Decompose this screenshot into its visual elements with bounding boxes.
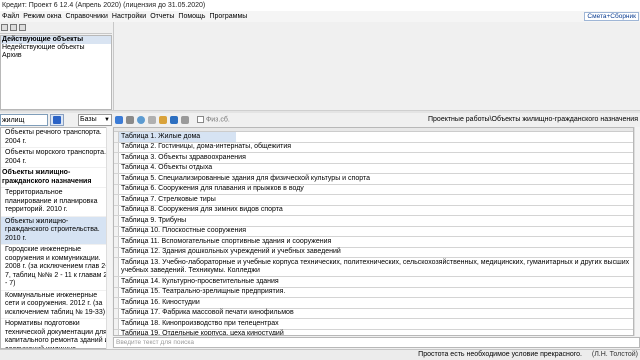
table-row[interactable]: Таблица 8. Сооружения для зимних видов с… [114,205,633,216]
table-row-label: Таблица 15. Театрально-зрелищные предпри… [121,288,286,295]
menu-help[interactable]: Помощь [176,11,207,22]
table-row[interactable]: Таблица 16. Киностудии [114,298,633,309]
table-row[interactable]: Таблица 14. Культурно-просветительные зд… [114,277,633,288]
table-row-label: Таблица 16. Киностудии [121,298,200,306]
table-row-label: Таблица 10. Плоскостные сооружения [121,227,247,234]
objects-item-inactive[interactable]: Недействующие объекты [1,44,111,52]
reference-search-row: Базы ▼ [0,114,112,126]
bases-select[interactable]: Базы ▼ [78,114,112,126]
table-row-label: Таблица 11. Вспомогательные спортивные з… [121,237,332,245]
menu-programs[interactable]: Программы [207,11,249,22]
left-list-scrollbar[interactable] [106,127,112,349]
status-quote-author: (Л.Н. Толстой) [591,351,638,358]
table-row[interactable]: Таблица 15. Театрально-зрелищные предпри… [114,287,633,298]
search-button[interactable] [50,114,64,126]
table-row[interactable]: Таблица 10. Плоскостные сооружения [114,226,633,237]
reference-search-input[interactable] [0,114,48,126]
list-group-header[interactable]: Объекты жилищно-гражданского назначения [1,168,111,188]
table-row-label: Таблица 8. Сооружения для зимних видов с… [121,206,283,213]
objects-panel: Действующие объекты Недействующие объект… [0,35,112,110]
table-row-label: Таблица 7. Стрелковые тиры [121,195,216,203]
menu-reports[interactable]: Отчеты [148,11,176,22]
table-row-label: Таблица 19. Отдельные корпуса, цеха кино… [121,330,284,336]
objects-item-active[interactable]: Действующие объекты [1,36,111,44]
menu-references[interactable]: Справочники [63,11,109,22]
menu-bar: Файл Режим окна Справочники Настройки Отчеты… [0,11,640,22]
print-icon[interactable] [181,116,189,124]
table-row-label: Таблица 17. Фабрика массовой печати кино… [121,309,294,316]
table-row-label: Таблица 5. Специализированные здания для… [121,174,370,182]
tables-toolbar: Физ.сб. Проектные работы\Объекты жилищно… [113,114,640,126]
table-row-label: Таблица 9. Трибуны [121,216,187,224]
book-icon[interactable] [159,116,167,124]
list-item[interactable]: Городские инженерные сооружения и коммун… [1,245,111,291]
table-row[interactable]: Таблица 11. Вспомогательные спортивные з… [114,237,633,248]
tables-list-scrollbar[interactable] [634,127,640,336]
status-quote: Простота есть необходимое условие прекра… [418,351,582,358]
search-icon [53,116,61,124]
table-row-label: Таблица 14. Культурно-просветительные зд… [121,277,279,285]
expand-icon[interactable] [115,116,123,124]
table-row-label: Таблица 6. Сооружения для плавания и пры… [121,185,304,192]
reference-book-list: Объекты речного транспорта. 2004 г. Объе… [0,127,112,349]
tables-list: Таблица 1. Жилые дома Таблица 2. Гостиниц… [113,127,634,336]
table-row[interactable]: Таблица 9. Трибуны [114,216,633,227]
window-title-text: Кредит: Проект 6 12.4 (Апрель 2020) (лиц… [2,2,206,9]
table-row-label: Таблица 18. Кинопроизводство при телецен… [121,319,279,327]
breadcrumb: Проектные работы\Объекты жилищно-граждан… [428,116,638,123]
table-row[interactable]: Таблица 1. Жилые дома [114,132,633,143]
table-row[interactable]: Таблица 5. Специализированные здания для… [114,174,633,185]
document-icon[interactable] [148,116,156,124]
table-row[interactable]: Таблица 2. Гостиницы, дома-интернаты, об… [114,142,633,153]
menu-file[interactable]: Файл [0,11,21,22]
table-row[interactable]: Таблица 3. Объекты здравоохранения [114,153,633,164]
list-item[interactable]: Объекты морского транспорта. 2004 г. [1,148,111,168]
window-title: Кредит: Проект 6 12.4 (Апрель 2020) (лиц… [0,0,640,11]
delete-object-icon[interactable] [19,24,26,31]
table-row-label: Таблица 3. Объекты здравоохранения [121,153,246,161]
list-item[interactable]: Нормативы подготовки технической докумен… [1,319,111,348]
table-row[interactable]: Таблица 7. Стрелковые тиры [114,195,633,206]
edit-object-icon[interactable] [10,24,17,31]
checkbox-box [196,116,204,123]
table-row-label: Таблица 1. Жилые дома [119,132,236,142]
table-row-label: Таблица 4. Объекты отдыха [121,164,213,171]
table-row[interactable]: Таблица 6. Сооружения для плавания и пры… [114,184,633,195]
grid-icon[interactable] [126,116,134,124]
new-object-icon[interactable] [1,24,8,31]
table-row-label: Таблица 12. Здания дошкольных учреждений… [121,248,341,255]
table-search-input[interactable]: Введите текст для поиска [113,337,640,348]
list-item[interactable]: Территориальное планирование и планировк… [1,188,111,217]
physical-collection-label: Физ.сб. [205,116,230,124]
objects-toolbar [0,22,112,34]
table-row[interactable]: Таблица 12. Здания дошкольных учреждений… [114,247,633,258]
table-row[interactable]: Таблица 17. Фабрика массовой печати кино… [114,308,633,319]
object-details-panel [113,22,640,110]
table-row[interactable]: Таблица 19. Отдельные корпуса, цеха кино… [114,329,633,336]
list-item-selected[interactable]: Объекты жилищно-гражданского строительст… [1,216,111,245]
list-item[interactable]: Коммунальные инженерные сети и сооружени… [1,291,111,319]
info-icon[interactable] [137,116,145,124]
horizontal-splitter[interactable] [0,110,640,113]
table-row[interactable]: Таблица 13. Учебно-лабораторные и учебны… [114,258,633,277]
menu-window-mode[interactable]: Режим окна [21,11,63,22]
status-bar: Простота есть необходимое условие прекра… [0,349,640,360]
list-item[interactable]: Объекты речного транспорта. 2004 г. [1,128,111,148]
menu-settings[interactable]: Настройки [110,11,148,22]
physical-collection-checkbox[interactable]: Физ.сб. [196,116,230,124]
chevron-down-icon: ▼ [104,117,110,123]
estimate-collection-tab[interactable]: Смета+Сборник [584,12,639,21]
bases-select-label: Базы [80,116,97,123]
globe-icon[interactable] [170,116,178,124]
table-row-label: Таблица 2. Гостиницы, дома-интернаты, об… [121,143,292,150]
objects-item-archive[interactable]: Архив [1,52,111,60]
table-row[interactable]: Таблица 4. Объекты отдыха [114,163,633,174]
table-row[interactable]: Таблица 18. Кинопроизводство при телецен… [114,319,633,330]
table-row-label: Таблица 13. Учебно-лабораторные и учебны… [121,258,630,275]
